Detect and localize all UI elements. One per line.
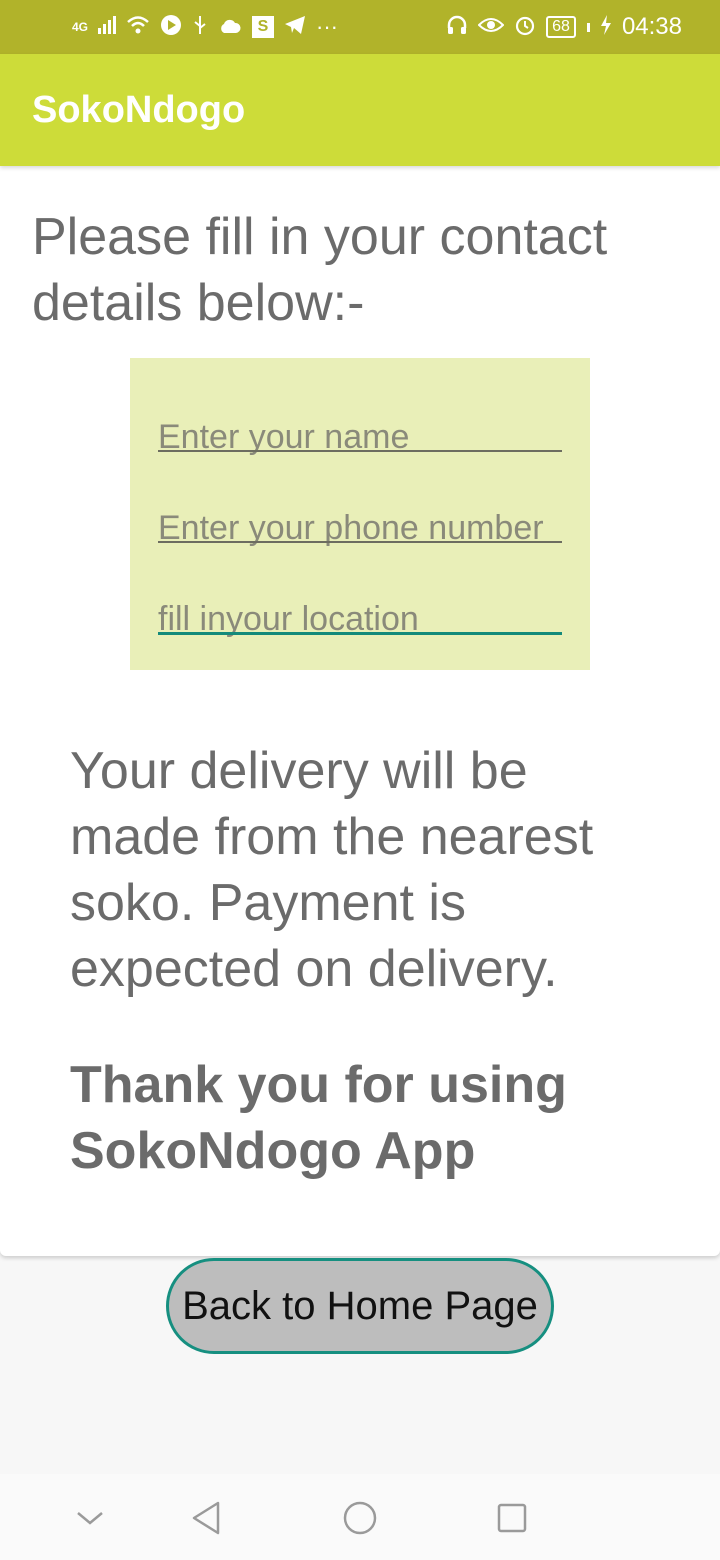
location-field-underline bbox=[158, 632, 562, 635]
main-card: Please fill in your contact details belo… bbox=[0, 166, 720, 1256]
status-left-icons: 4G S ··· bbox=[72, 14, 338, 40]
instructions-text: Please fill in your contact details belo… bbox=[32, 208, 608, 332]
status-time: 04:38 bbox=[621, 13, 682, 40]
signal-label: 4G bbox=[72, 20, 89, 34]
status-bar: 4G S ··· 68 04:38 bbox=[0, 0, 720, 54]
eye-icon bbox=[477, 16, 505, 38]
cloud-icon bbox=[218, 16, 242, 38]
more-dots-icon: ··· bbox=[316, 16, 338, 38]
usb-icon bbox=[192, 14, 208, 40]
battery-tip bbox=[586, 22, 590, 32]
s-app-label: S bbox=[257, 18, 269, 35]
contact-form bbox=[130, 358, 590, 670]
phone-field-underline bbox=[158, 541, 562, 543]
name-field-underline bbox=[158, 450, 562, 452]
app-title: SokoNdogo bbox=[32, 88, 246, 131]
home-circle-icon[interactable] bbox=[340, 1500, 380, 1536]
wifi-icon bbox=[126, 15, 150, 39]
battery-indicator: 68 bbox=[546, 16, 576, 38]
play-icon bbox=[160, 14, 182, 40]
signal-4g-icon: 4G bbox=[72, 21, 88, 33]
delivery-note: Your delivery will be made from the near… bbox=[70, 742, 594, 998]
back-to-home-button[interactable]: Back to Home Page bbox=[166, 1258, 554, 1354]
battery-level: 68 bbox=[552, 18, 570, 35]
s-app-icon: S bbox=[252, 16, 275, 38]
telegram-icon bbox=[284, 15, 306, 39]
status-right-icons: 68 04:38 bbox=[446, 13, 682, 41]
system-nav-bar bbox=[0, 1474, 720, 1560]
thanks-message: Thank you for using SokoNdogo App bbox=[70, 1056, 567, 1180]
charging-icon bbox=[600, 15, 612, 39]
back-triangle-icon[interactable] bbox=[186, 1500, 226, 1536]
signal-bars-icon bbox=[98, 16, 117, 38]
app-bar: SokoNdogo bbox=[0, 54, 720, 166]
chevron-down-icon[interactable] bbox=[70, 1500, 110, 1536]
recents-square-icon[interactable] bbox=[492, 1500, 532, 1536]
alarm-icon bbox=[514, 14, 536, 40]
more-dots-label: ··· bbox=[316, 14, 338, 39]
headphones-icon bbox=[446, 14, 468, 40]
